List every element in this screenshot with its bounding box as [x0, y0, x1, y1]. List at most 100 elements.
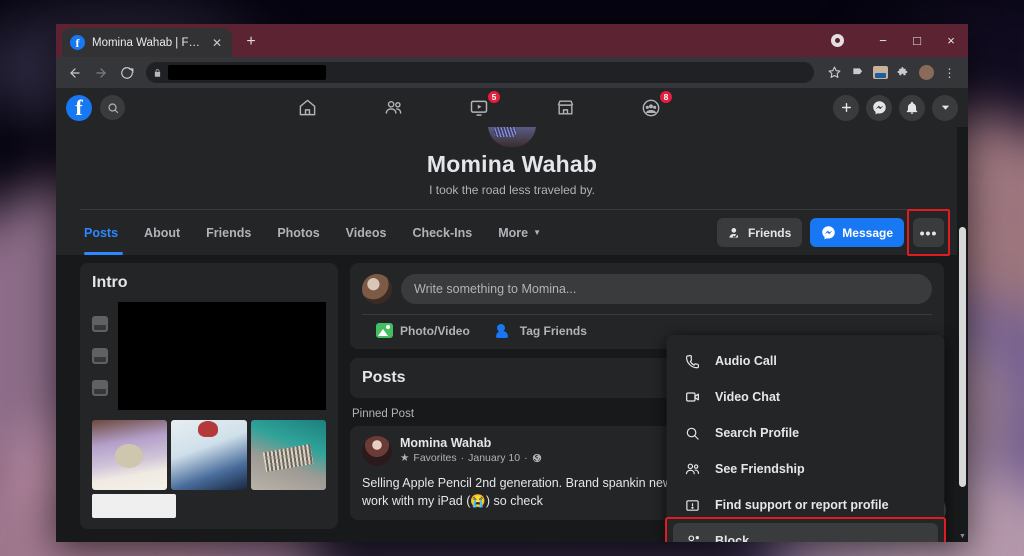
kebab-menu-icon[interactable]: ⋮ [939, 62, 960, 83]
menu-item-label: Audio Call [715, 354, 777, 368]
maximize-button[interactable]: □ [900, 33, 934, 48]
photo-thumbnail[interactable] [171, 420, 247, 490]
tag-friends-icon [495, 323, 513, 338]
meta-separator: · [524, 452, 528, 464]
bookmark-flag-icon[interactable] [847, 62, 868, 83]
browser-tab[interactable]: f Momina Wahab | Facebook ✕ [62, 28, 232, 57]
search-icon [683, 426, 702, 441]
menu-item-audio-call[interactable]: Audio Call [673, 343, 938, 379]
close-window-button[interactable]: × [934, 33, 968, 48]
star-icon[interactable] [824, 62, 845, 83]
post-date: January 10 [468, 452, 521, 464]
intro-detail-icons [92, 302, 108, 410]
block-user-icon [683, 533, 702, 542]
profile-more-options-button[interactable]: ••• [913, 218, 944, 247]
friends-icon [683, 461, 702, 477]
bell-icon[interactable] [899, 94, 925, 121]
message-button[interactable]: Message [810, 218, 904, 247]
chevron-down-icon[interactable] [932, 94, 958, 121]
window-controls: − □ × [831, 25, 968, 55]
menu-item-label: Block [715, 534, 750, 542]
friend-check-icon [729, 227, 738, 238]
menu-item-search-profile[interactable]: Search Profile [673, 415, 938, 451]
post-favorites-label: Favorites [413, 452, 457, 464]
facebook-nav-center: 5 8 [125, 89, 833, 121]
messenger-icon [822, 226, 836, 240]
intro-title: Intro [92, 274, 128, 291]
tab-photos[interactable]: Photos [264, 210, 332, 255]
photo-thumbnail[interactable] [92, 494, 176, 518]
profile-avatar-peek[interactable] [56, 125, 968, 147]
intro-icon [92, 380, 108, 396]
scrollbar-down-arrow-icon[interactable]: ▼ [958, 533, 967, 540]
search-icon[interactable] [100, 95, 125, 120]
tab-more-label: More [498, 225, 529, 240]
scrollbar-thumb[interactable] [959, 227, 966, 487]
nav-watch[interactable]: 5 [464, 89, 501, 121]
nav-watch-badge: 5 [487, 89, 501, 104]
left-column: Intro [80, 263, 338, 529]
puzzle-extension-icon[interactable] [893, 62, 914, 83]
menu-item-label: See Friendship [715, 462, 805, 476]
photo-video-button[interactable]: Photo/Video [376, 323, 470, 338]
post-meta: ★ Favorites · January 10 · [400, 452, 542, 464]
back-arrow-icon[interactable] [64, 62, 86, 84]
profile-header: Momina Wahab I took the road less travel… [56, 125, 968, 256]
tag-friends-button[interactable]: Tag Friends [495, 323, 587, 338]
browser-tab-title: Momina Wahab | Facebook [92, 36, 203, 49]
intro-card: Intro [80, 263, 338, 529]
facebook-logo-icon[interactable]: f [66, 94, 92, 121]
tab-more[interactable]: More ▼ [485, 210, 554, 255]
intro-icon [92, 348, 108, 364]
menu-item-label: Search Profile [715, 426, 800, 440]
menu-item-label: Video Chat [715, 390, 781, 404]
dictionary-extension-icon[interactable] [870, 62, 891, 83]
messenger-icon[interactable] [866, 94, 892, 121]
nav-groups[interactable]: 8 [636, 89, 673, 121]
avatar[interactable] [362, 274, 392, 304]
nav-marketplace[interactable] [550, 95, 580, 121]
page-scrollbar[interactable]: ▼ [957, 127, 968, 542]
browser-tab-strip: f Momina Wahab | Facebook ✕ + − □ × [56, 24, 968, 57]
toolbar-actions: ⋮ [824, 62, 960, 83]
menu-item-see-friendship[interactable]: See Friendship [673, 451, 938, 487]
lock-icon [153, 68, 162, 78]
tab-friends[interactable]: Friends [193, 210, 264, 255]
forward-arrow-icon[interactable] [90, 62, 112, 84]
intro-redacted-content [118, 302, 326, 410]
tag-friends-label: Tag Friends [519, 323, 587, 338]
plus-icon[interactable] [833, 94, 859, 121]
nav-friends[interactable] [378, 95, 408, 121]
tab-about[interactable]: About [131, 210, 193, 255]
address-bar[interactable] [146, 62, 814, 83]
menu-item-block[interactable]: Block [665, 517, 946, 542]
tab-check-ins[interactable]: Check-Ins [399, 210, 485, 255]
browser-window: f Momina Wahab | Facebook ✕ + − □ × [56, 24, 968, 542]
photo-thumbnail[interactable] [250, 420, 326, 490]
tab-posts[interactable]: Posts [80, 210, 131, 255]
divider [362, 314, 932, 315]
facebook-nav-right [833, 94, 958, 121]
photo-thumbnail[interactable] [92, 420, 168, 490]
post-author-name[interactable]: Momina Wahab [400, 436, 542, 450]
facebook-icon: f [70, 35, 85, 50]
nav-home[interactable] [292, 95, 322, 121]
report-warning-icon [683, 498, 702, 513]
browser-profile-icon[interactable] [831, 33, 844, 47]
page-title: Momina Wahab [426, 151, 598, 177]
menu-item-video-chat[interactable]: Video Chat [673, 379, 938, 415]
facebook-navbar: f 5 8 [56, 88, 968, 127]
tab-videos[interactable]: Videos [333, 210, 400, 255]
minimize-button[interactable]: − [866, 33, 900, 48]
url-text[interactable] [168, 65, 326, 80]
video-camera-icon [683, 389, 702, 405]
new-tab-button[interactable]: + [242, 33, 260, 51]
profile-tabs: Posts About Friends Photos Videos Check-… [56, 209, 968, 256]
composer-input[interactable]: Write something to Momina... [401, 274, 932, 304]
close-icon[interactable]: ✕ [210, 36, 224, 50]
friends-button[interactable]: Friends [716, 218, 803, 247]
reload-icon[interactable] [116, 62, 138, 84]
friends-button-label: Friends [747, 225, 792, 240]
avatar[interactable] [362, 436, 392, 466]
profile-avatar-icon[interactable] [916, 62, 937, 83]
